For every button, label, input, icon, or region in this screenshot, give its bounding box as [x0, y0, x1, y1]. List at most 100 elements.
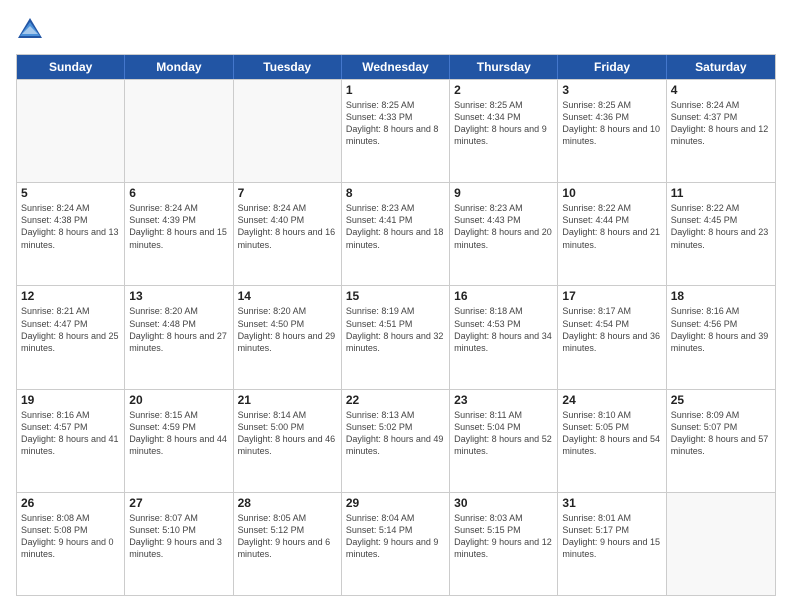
day-number: 4 [671, 83, 771, 97]
day-cell-17: 17 Sunrise: 8:17 AM Sunset: 4:54 PM Dayli… [558, 286, 666, 388]
day-number: 26 [21, 496, 120, 510]
day-number: 10 [562, 186, 661, 200]
day-info: Sunrise: 8:23 AM Sunset: 4:43 PM Dayligh… [454, 202, 553, 251]
week-row-1: 1Sunrise: 8:25 AM Sunset: 4:33 PM Daylig… [17, 79, 775, 182]
day-info: Sunrise: 8:16 AM Sunset: 4:56 PM Dayligh… [671, 305, 771, 354]
day-number: 11 [671, 186, 771, 200]
day-cell-19: 19 Sunrise: 8:16 AM Sunset: 4:57 PM Dayli… [17, 390, 125, 492]
day-info: Sunrise: 8:24 AM Sunset: 4:39 PM Dayligh… [129, 202, 228, 251]
day-cell-1: 1Sunrise: 8:25 AM Sunset: 4:33 PM Daylig… [342, 80, 450, 182]
day-number: 24 [562, 393, 661, 407]
day-info: Sunrise: 8:18 AM Sunset: 4:53 PM Dayligh… [454, 305, 553, 354]
day-info: Sunrise: 8:24 AM Sunset: 4:40 PM Dayligh… [238, 202, 337, 251]
day-number: 8 [346, 186, 445, 200]
day-number: 18 [671, 289, 771, 303]
day-cell-2: 2Sunrise: 8:25 AM Sunset: 4:34 PM Daylig… [450, 80, 558, 182]
header [16, 16, 776, 44]
day-number: 13 [129, 289, 228, 303]
day-number: 2 [454, 83, 553, 97]
day-info: Sunrise: 8:11 AM Sunset: 5:04 PM Dayligh… [454, 409, 553, 458]
day-info: Sunrise: 8:14 AM Sunset: 5:00 PM Dayligh… [238, 409, 337, 458]
day-cell-7: 7 Sunrise: 8:24 AM Sunset: 4:40 PM Daylig… [234, 183, 342, 285]
day-cell-29: 29 Sunrise: 8:04 AM Sunset: 5:14 PM Dayli… [342, 493, 450, 595]
day-number: 29 [346, 496, 445, 510]
day-number: 17 [562, 289, 661, 303]
empty-cell [234, 80, 342, 182]
day-number: 15 [346, 289, 445, 303]
week-row-4: 19 Sunrise: 8:16 AM Sunset: 4:57 PM Dayli… [17, 389, 775, 492]
day-cell-26: 26 Sunrise: 8:08 AM Sunset: 5:08 PM Dayli… [17, 493, 125, 595]
day-number: 12 [21, 289, 120, 303]
day-info: Sunrise: 8:23 AM Sunset: 4:41 PM Dayligh… [346, 202, 445, 251]
day-info: Sunrise: 8:07 AM Sunset: 5:10 PM Dayligh… [129, 512, 228, 561]
header-day-friday: Friday [558, 55, 666, 79]
day-cell-4: 4 Sunrise: 8:24 AM Sunset: 4:37 PM Daylig… [667, 80, 775, 182]
header-day-thursday: Thursday [450, 55, 558, 79]
day-number: 27 [129, 496, 228, 510]
day-cell-6: 6 Sunrise: 8:24 AM Sunset: 4:39 PM Daylig… [125, 183, 233, 285]
day-cell-22: 22Sunrise: 8:13 AM Sunset: 5:02 PM Dayli… [342, 390, 450, 492]
day-number: 5 [21, 186, 120, 200]
calendar: SundayMondayTuesdayWednesdayThursdayFrid… [16, 54, 776, 596]
day-number: 30 [454, 496, 553, 510]
day-info: Sunrise: 8:05 AM Sunset: 5:12 PM Dayligh… [238, 512, 337, 561]
day-cell-31: 31Sunrise: 8:01 AM Sunset: 5:17 PM Dayli… [558, 493, 666, 595]
day-cell-28: 28 Sunrise: 8:05 AM Sunset: 5:12 PM Dayli… [234, 493, 342, 595]
day-info: Sunrise: 8:01 AM Sunset: 5:17 PM Dayligh… [562, 512, 661, 561]
day-cell-23: 23 Sunrise: 8:11 AM Sunset: 5:04 PM Dayli… [450, 390, 558, 492]
empty-cell [125, 80, 233, 182]
day-number: 7 [238, 186, 337, 200]
day-info: Sunrise: 8:24 AM Sunset: 4:38 PM Dayligh… [21, 202, 120, 251]
day-info: Sunrise: 8:03 AM Sunset: 5:15 PM Dayligh… [454, 512, 553, 561]
day-cell-18: 18 Sunrise: 8:16 AM Sunset: 4:56 PM Dayli… [667, 286, 775, 388]
empty-cell [667, 493, 775, 595]
header-day-sunday: Sunday [17, 55, 125, 79]
day-number: 3 [562, 83, 661, 97]
day-info: Sunrise: 8:24 AM Sunset: 4:37 PM Dayligh… [671, 99, 771, 148]
day-cell-24: 24 Sunrise: 8:10 AM Sunset: 5:05 PM Dayli… [558, 390, 666, 492]
day-number: 22 [346, 393, 445, 407]
day-number: 9 [454, 186, 553, 200]
day-cell-15: 15 Sunrise: 8:19 AM Sunset: 4:51 PM Dayli… [342, 286, 450, 388]
day-info: Sunrise: 8:09 AM Sunset: 5:07 PM Dayligh… [671, 409, 771, 458]
page: SundayMondayTuesdayWednesdayThursdayFrid… [0, 0, 792, 612]
day-info: Sunrise: 8:25 AM Sunset: 4:36 PM Dayligh… [562, 99, 661, 148]
day-number: 16 [454, 289, 553, 303]
day-number: 20 [129, 393, 228, 407]
day-cell-12: 12 Sunrise: 8:21 AM Sunset: 4:47 PM Dayli… [17, 286, 125, 388]
day-cell-13: 13 Sunrise: 8:20 AM Sunset: 4:48 PM Dayli… [125, 286, 233, 388]
day-info: Sunrise: 8:08 AM Sunset: 5:08 PM Dayligh… [21, 512, 120, 561]
day-number: 19 [21, 393, 120, 407]
day-info: Sunrise: 8:20 AM Sunset: 4:48 PM Dayligh… [129, 305, 228, 354]
logo-icon [16, 16, 44, 44]
header-day-wednesday: Wednesday [342, 55, 450, 79]
day-cell-11: 11Sunrise: 8:22 AM Sunset: 4:45 PM Dayli… [667, 183, 775, 285]
day-number: 25 [671, 393, 771, 407]
day-number: 23 [454, 393, 553, 407]
day-cell-27: 27 Sunrise: 8:07 AM Sunset: 5:10 PM Dayli… [125, 493, 233, 595]
day-cell-21: 21Sunrise: 8:14 AM Sunset: 5:00 PM Dayli… [234, 390, 342, 492]
day-cell-20: 20Sunrise: 8:15 AM Sunset: 4:59 PM Dayli… [125, 390, 233, 492]
day-info: Sunrise: 8:21 AM Sunset: 4:47 PM Dayligh… [21, 305, 120, 354]
day-cell-8: 8 Sunrise: 8:23 AM Sunset: 4:41 PM Daylig… [342, 183, 450, 285]
day-number: 28 [238, 496, 337, 510]
week-row-2: 5 Sunrise: 8:24 AM Sunset: 4:38 PM Daylig… [17, 182, 775, 285]
day-info: Sunrise: 8:17 AM Sunset: 4:54 PM Dayligh… [562, 305, 661, 354]
week-row-3: 12 Sunrise: 8:21 AM Sunset: 4:47 PM Dayli… [17, 285, 775, 388]
day-info: Sunrise: 8:19 AM Sunset: 4:51 PM Dayligh… [346, 305, 445, 354]
day-info: Sunrise: 8:10 AM Sunset: 5:05 PM Dayligh… [562, 409, 661, 458]
header-day-tuesday: Tuesday [234, 55, 342, 79]
week-row-5: 26 Sunrise: 8:08 AM Sunset: 5:08 PM Dayli… [17, 492, 775, 595]
day-info: Sunrise: 8:16 AM Sunset: 4:57 PM Dayligh… [21, 409, 120, 458]
header-day-monday: Monday [125, 55, 233, 79]
day-cell-5: 5 Sunrise: 8:24 AM Sunset: 4:38 PM Daylig… [17, 183, 125, 285]
logo [16, 16, 48, 44]
day-cell-9: 9 Sunrise: 8:23 AM Sunset: 4:43 PM Daylig… [450, 183, 558, 285]
day-cell-10: 10Sunrise: 8:22 AM Sunset: 4:44 PM Dayli… [558, 183, 666, 285]
day-cell-30: 30 Sunrise: 8:03 AM Sunset: 5:15 PM Dayli… [450, 493, 558, 595]
day-info: Sunrise: 8:25 AM Sunset: 4:33 PM Dayligh… [346, 99, 445, 148]
day-number: 14 [238, 289, 337, 303]
day-number: 6 [129, 186, 228, 200]
day-info: Sunrise: 8:04 AM Sunset: 5:14 PM Dayligh… [346, 512, 445, 561]
header-day-saturday: Saturday [667, 55, 775, 79]
